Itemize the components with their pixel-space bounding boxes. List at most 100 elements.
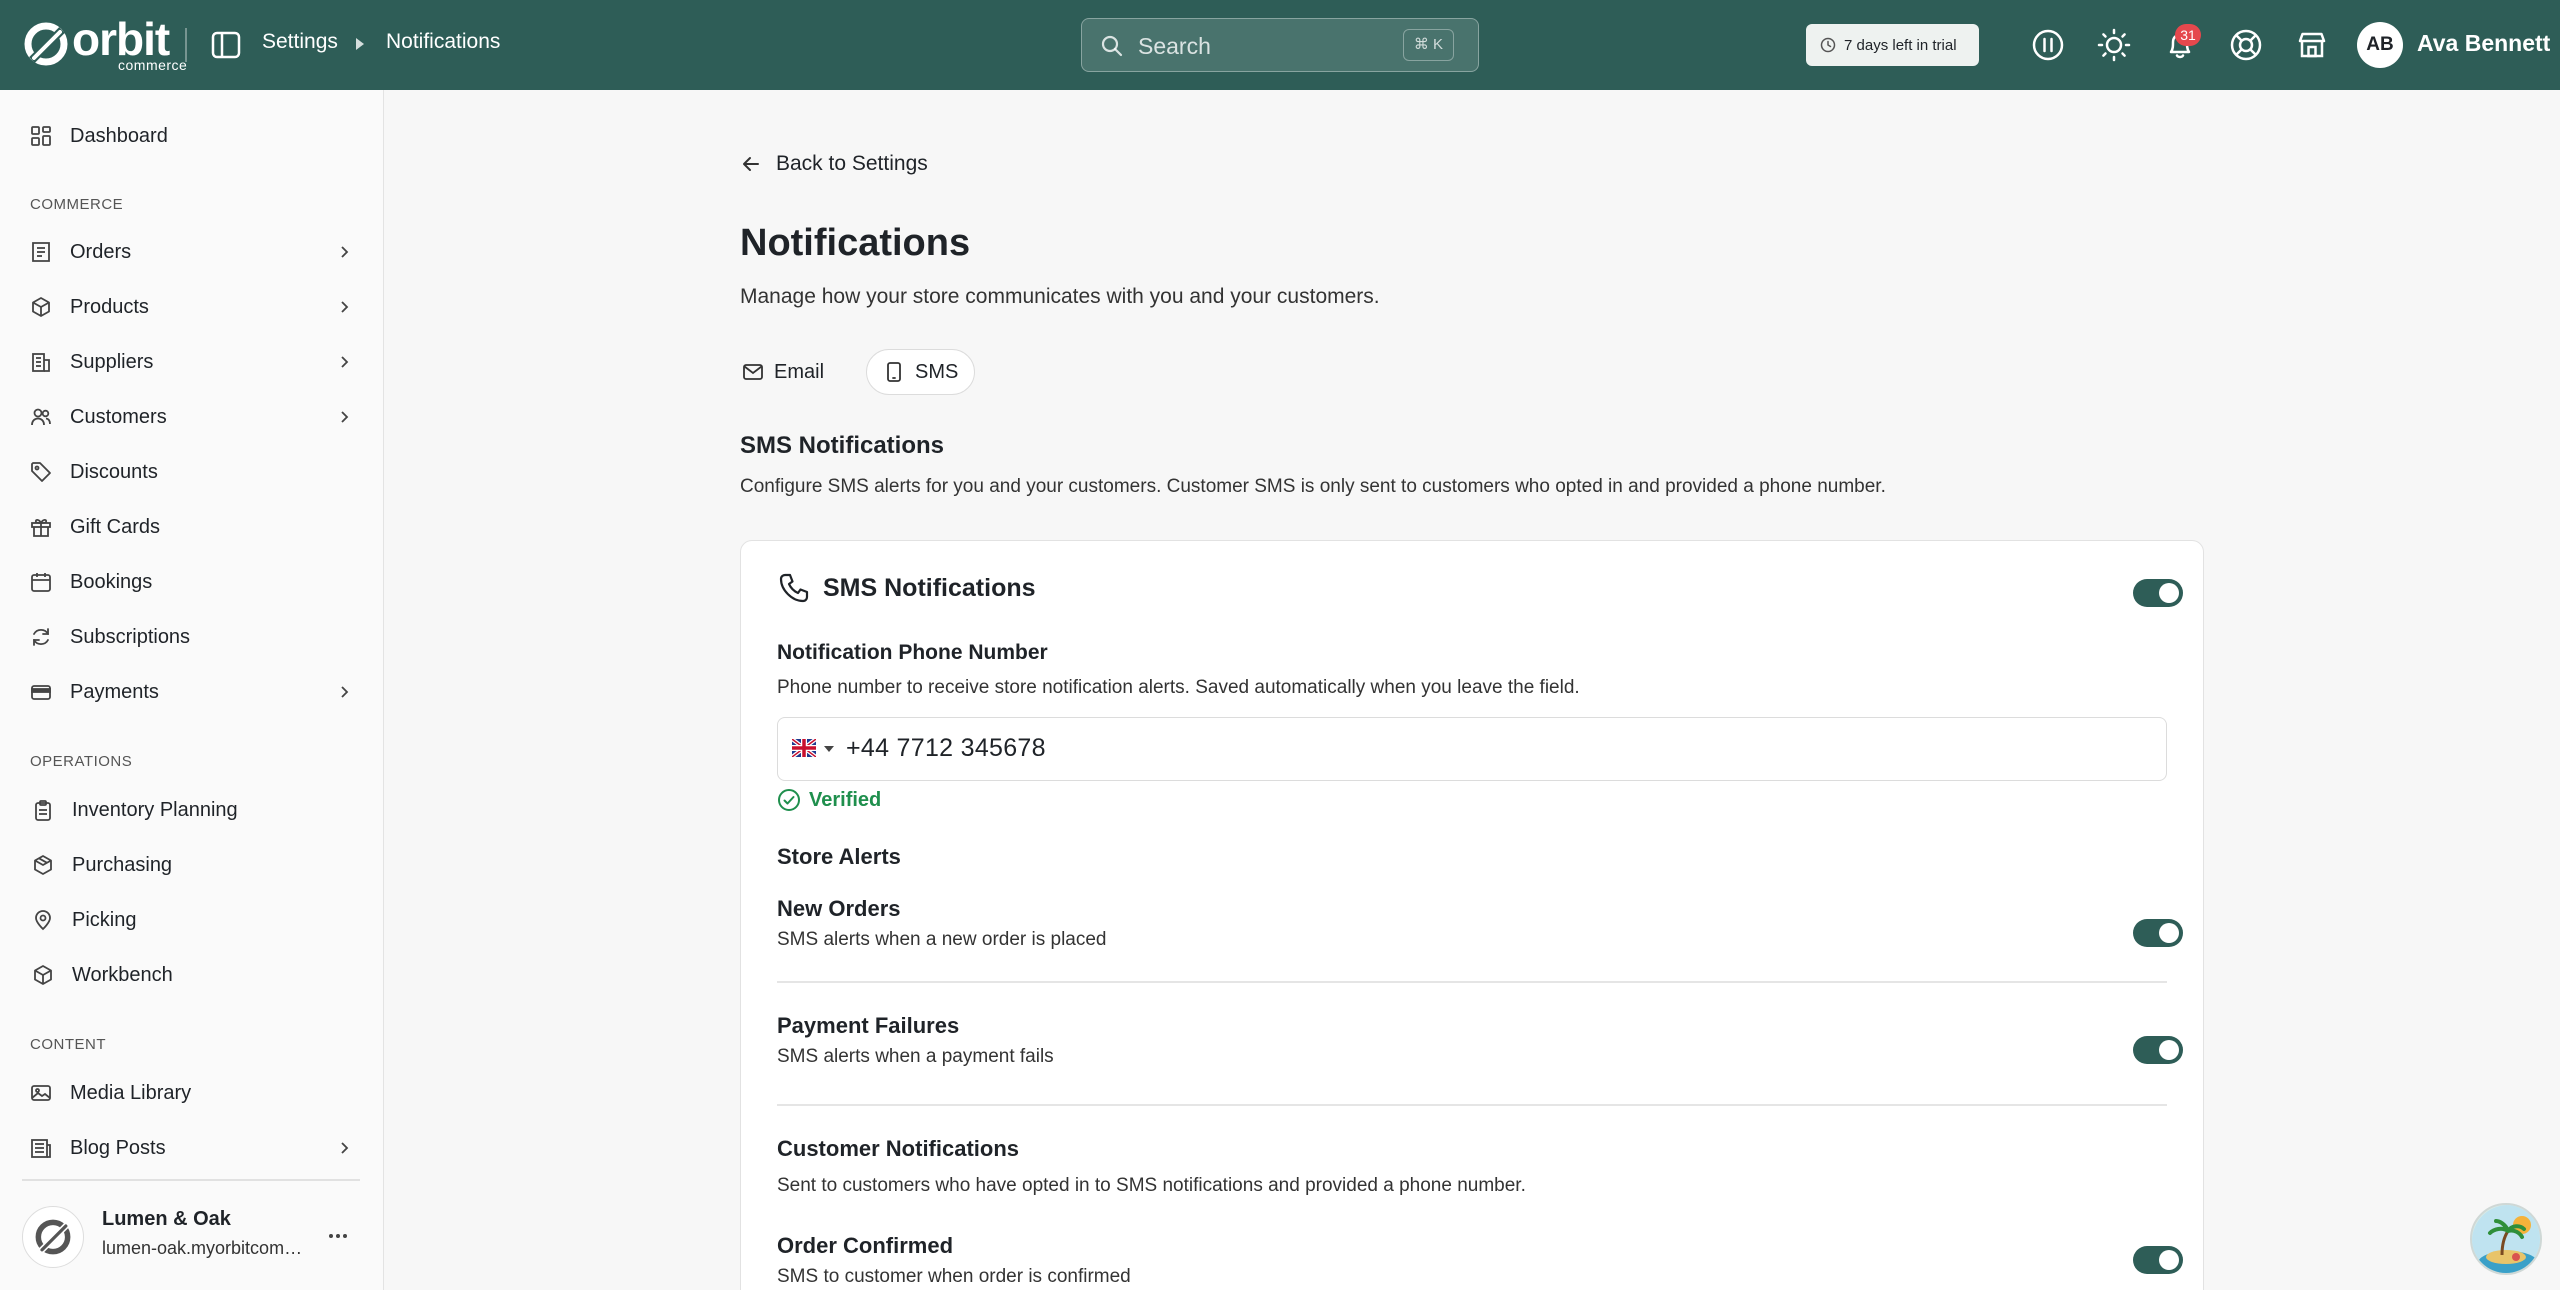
sidebar-item-label: Orders bbox=[70, 240, 132, 263]
brand-logo[interactable]: orbit commerce bbox=[22, 16, 187, 72]
store-avatar[interactable] bbox=[22, 1206, 84, 1268]
gift-icon bbox=[31, 518, 51, 537]
chevron-right-icon bbox=[341, 246, 349, 258]
new-orders-toggle[interactable] bbox=[2133, 919, 2183, 947]
uk-flag-icon[interactable] bbox=[792, 739, 816, 757]
tag-icon bbox=[31, 462, 51, 482]
box-icon bbox=[32, 297, 50, 317]
customer-notifications-title: Customer Notifications bbox=[777, 1136, 1020, 1161]
package-icon bbox=[34, 855, 52, 875]
row-divider bbox=[777, 981, 2167, 983]
sidebar-item-label: Media Library bbox=[70, 1081, 192, 1104]
sidebar-item-blog-posts[interactable]: Blog Posts bbox=[0, 1124, 384, 1172]
store-icon[interactable] bbox=[2294, 27, 2330, 63]
phone-icon bbox=[779, 573, 809, 603]
breadcrumb-notifications: Notifications bbox=[386, 30, 501, 53]
dashboard-icon bbox=[31, 126, 51, 146]
sidebar: Dashboard COMMERCE Orders Products Suppl… bbox=[0, 90, 384, 1290]
phone-number-field[interactable]: +44 7712 345678 bbox=[777, 717, 2167, 781]
sidebar-item-purchasing[interactable]: Purchasing bbox=[0, 841, 384, 889]
sidebar-item-products[interactable]: Products bbox=[0, 283, 384, 331]
credit-card-icon bbox=[31, 685, 51, 700]
assistant-launcher-button[interactable] bbox=[2470, 1203, 2542, 1275]
top-bar: orbit commerce Settings Notifications Se… bbox=[0, 0, 2560, 90]
trial-badge[interactable]: 7 days left in trial bbox=[1806, 24, 1979, 66]
section-label-content: CONTENT bbox=[30, 1036, 106, 1053]
sidebar-item-subscriptions[interactable]: Subscriptions bbox=[0, 613, 384, 661]
brand-name: orbit bbox=[72, 13, 170, 65]
sidebar-item-customers[interactable]: Customers bbox=[0, 393, 384, 441]
trial-label: 7 days left in trial bbox=[1844, 36, 1957, 54]
sidebar-item-label: Purchasing bbox=[72, 853, 173, 876]
order-confirmed-toggle[interactable] bbox=[2133, 1246, 2183, 1274]
search-input[interactable]: Search ⌘ K bbox=[1081, 18, 1479, 72]
sidebar-toggle-icon[interactable] bbox=[210, 30, 242, 60]
sidebar-item-discounts[interactable]: Discounts bbox=[0, 448, 384, 496]
order-confirmed-description: SMS to customer when order is confirmed bbox=[777, 1266, 1131, 1287]
calendar-icon bbox=[31, 573, 51, 592]
payment-failures-toggle[interactable] bbox=[2133, 1036, 2183, 1064]
sidebar-item-label: Dashboard bbox=[70, 124, 168, 147]
sidebar-item-media-library[interactable]: Media Library bbox=[0, 1069, 384, 1117]
page-subtitle: Manage how your store communicates with … bbox=[740, 285, 1380, 308]
verified-label: Verified bbox=[809, 788, 882, 811]
tab-email[interactable]: Email bbox=[742, 349, 842, 395]
payment-failures-description: SMS alerts when a payment fails bbox=[777, 1046, 1054, 1067]
sidebar-item-suppliers[interactable]: Suppliers bbox=[0, 338, 384, 386]
tab-sms[interactable]: SMS bbox=[866, 349, 976, 395]
new-orders-description: SMS alerts when a new order is placed bbox=[777, 929, 1107, 950]
sidebar-item-label: Gift Cards bbox=[70, 515, 161, 538]
sidebar-item-payments[interactable]: Payments bbox=[0, 668, 384, 716]
chevron-right-icon bbox=[341, 411, 349, 423]
breadcrumb-settings[interactable]: Settings bbox=[262, 30, 338, 54]
search-shortcut: ⌘ K bbox=[1402, 29, 1454, 61]
notification-count-badge: 31 bbox=[2175, 24, 2201, 46]
sidebar-item-workbench[interactable]: Workbench bbox=[0, 951, 384, 999]
section-title: SMS Notifications bbox=[740, 432, 945, 459]
users-icon bbox=[31, 408, 51, 426]
search-icon bbox=[1101, 35, 1123, 57]
sidebar-item-label: Suppliers bbox=[70, 350, 154, 373]
user-avatar[interactable]: AB bbox=[2357, 22, 2403, 68]
sidebar-item-label: Discounts bbox=[70, 460, 158, 483]
sidebar-item-dashboard[interactable]: Dashboard bbox=[0, 112, 384, 160]
sidebar-item-label: Products bbox=[70, 295, 149, 318]
new-orders-title: New Orders bbox=[777, 896, 901, 921]
arrow-left-icon bbox=[743, 157, 759, 171]
more-horizontal-icon[interactable] bbox=[326, 1224, 350, 1248]
sms-notifications-toggle[interactable] bbox=[2133, 579, 2183, 607]
tab-label: Email bbox=[774, 360, 825, 383]
sidebar-item-label: Picking bbox=[72, 908, 137, 931]
phone-number-label: Notification Phone Number bbox=[777, 641, 1048, 664]
sidebar-item-gift-cards[interactable]: Gift Cards bbox=[0, 503, 384, 551]
sidebar-item-inventory-planning[interactable]: Inventory Planning bbox=[0, 786, 384, 834]
sidebar-item-picking[interactable]: Picking bbox=[0, 896, 384, 944]
breadcrumb-separator-icon bbox=[356, 38, 364, 50]
sidebar-item-orders[interactable]: Orders bbox=[0, 228, 384, 276]
sidebar-item-bookings[interactable]: Bookings bbox=[0, 558, 384, 606]
sidebar-item-label: Customers bbox=[70, 405, 167, 428]
sidebar-item-label: Bookings bbox=[70, 570, 153, 593]
sidebar-item-label: Workbench bbox=[72, 963, 173, 986]
customer-notifications-subtitle: Sent to customers who have opted in to S… bbox=[777, 1175, 1526, 1196]
building-icon bbox=[32, 353, 50, 372]
payment-failures-title: Payment Failures bbox=[777, 1013, 960, 1038]
image-icon bbox=[31, 1085, 51, 1101]
pause-icon[interactable] bbox=[2030, 27, 2066, 63]
map-pin-icon bbox=[35, 910, 51, 931]
back-to-settings-link[interactable]: Back to Settings bbox=[740, 152, 928, 176]
back-link-label: Back to Settings bbox=[776, 152, 928, 175]
card-header: SMS Notifications bbox=[777, 571, 1036, 605]
chevron-right-icon bbox=[341, 686, 349, 698]
mail-icon bbox=[743, 364, 763, 380]
country-dropdown-caret-icon[interactable] bbox=[824, 746, 834, 752]
sun-icon[interactable] bbox=[2096, 27, 2132, 63]
chevron-right-icon bbox=[341, 356, 349, 368]
user-name[interactable]: Ava Bennett bbox=[2417, 30, 2550, 57]
section-subtitle: Configure SMS alerts for you and your cu… bbox=[740, 476, 1886, 497]
orders-icon bbox=[32, 242, 50, 262]
sidebar-item-label: Subscriptions bbox=[70, 625, 191, 648]
phone-number-help: Phone number to receive store notificati… bbox=[777, 677, 1580, 698]
section-label-commerce: COMMERCE bbox=[30, 196, 124, 213]
help-icon[interactable] bbox=[2228, 27, 2264, 63]
